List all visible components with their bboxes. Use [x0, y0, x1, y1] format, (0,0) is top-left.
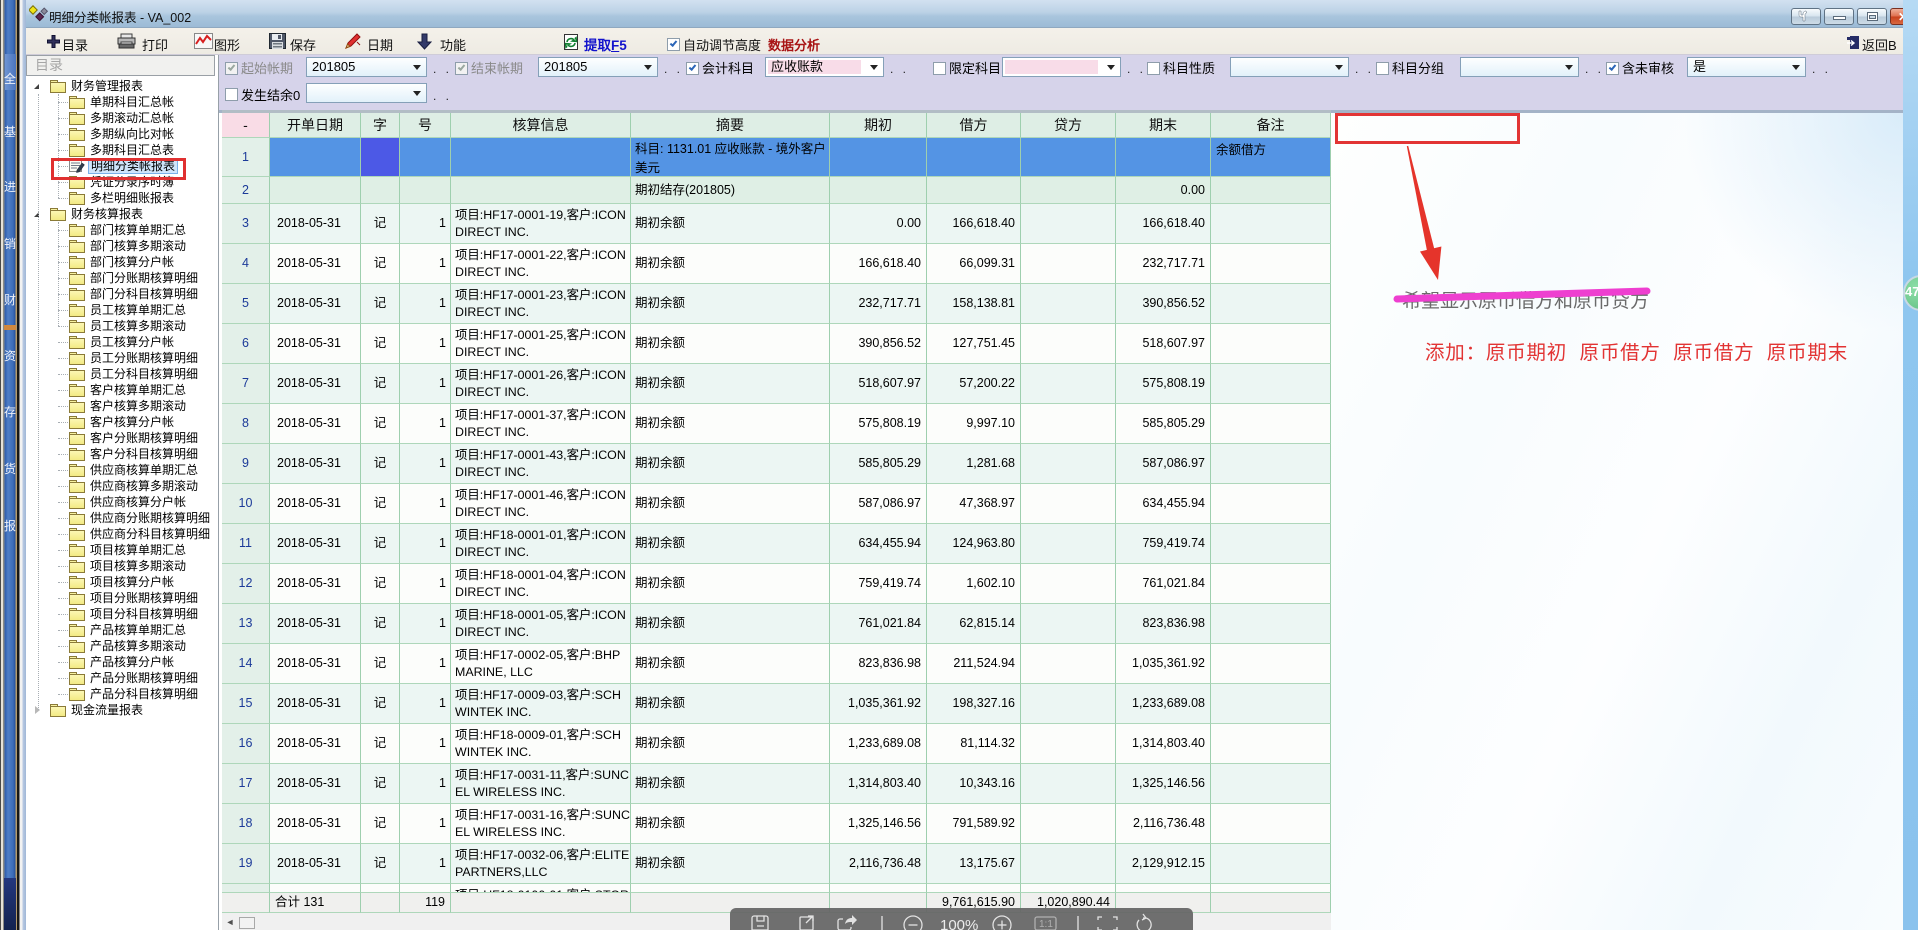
svg-text:100%: 100% [940, 917, 978, 930]
svg-text:1:1: 1:1 [1039, 919, 1053, 930]
